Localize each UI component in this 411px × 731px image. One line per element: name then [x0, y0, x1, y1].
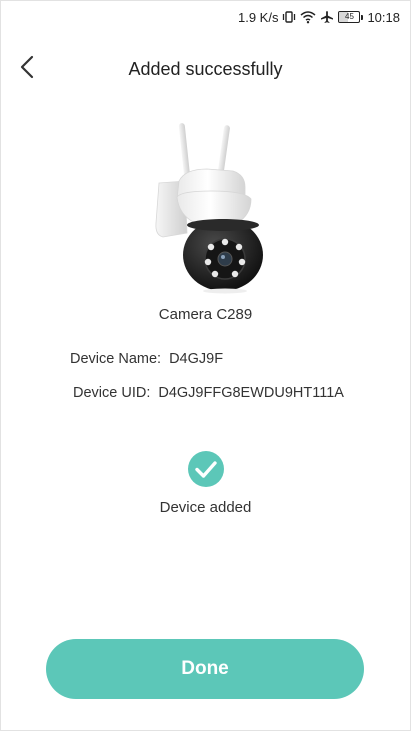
wifi-icon [300, 10, 316, 24]
airplane-icon [320, 10, 334, 24]
device-uid-label: Device UID: [73, 385, 151, 401]
check-circle-icon [187, 450, 225, 493]
battery-level: 45 [345, 12, 354, 21]
screen: 1.9 K/s 45 10:18 Added successfully Came… [0, 0, 411, 731]
success-indicator [1, 450, 410, 493]
camera-image [1, 119, 410, 294]
clock: 10:18 [367, 9, 400, 25]
network-speed: 1.9 K/s [237, 9, 279, 25]
device-model: Camera C289 [158, 306, 253, 323]
back-button[interactable] [11, 53, 43, 85]
device-uid-row: Device UID: D4GJ9FFG8EWDU9HT111A [73, 385, 344, 401]
battery-icon: 45 [338, 11, 364, 23]
chevron-left-icon [20, 55, 34, 84]
device-name-value: D4GJ9F [169, 351, 224, 367]
done-button[interactable]: Done [46, 639, 364, 699]
vibrate-icon [282, 10, 296, 24]
status-bar: 1.9 K/s 45 10:18 [1, 1, 410, 33]
device-uid-value: D4GJ9FFG8EWDU9HT111A [158, 385, 344, 401]
device-name-row: Device Name: D4GJ9F [70, 351, 223, 367]
device-added-text: Device added [159, 499, 252, 516]
device-name-label: Device Name: [70, 351, 162, 367]
header: Added successfully [1, 49, 410, 89]
page-title: Added successfully [128, 58, 283, 79]
